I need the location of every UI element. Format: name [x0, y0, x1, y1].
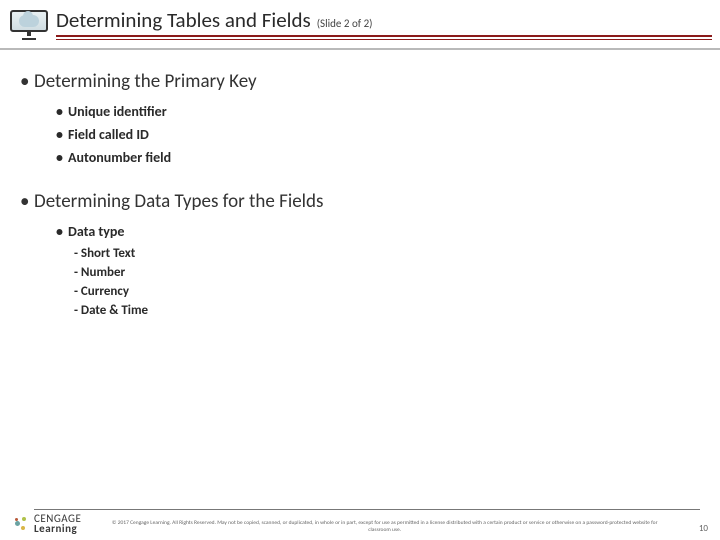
type-item: - Number [74, 265, 700, 280]
slide-subtitle: (Slide 2 of 2) [317, 17, 373, 30]
page-number: 10 [688, 523, 708, 534]
sub-bullet: Autonumber field [56, 149, 700, 166]
slide-content: Determining the Primary Key Unique ident… [0, 50, 720, 318]
cengage-logo: CENGAGE Learning [12, 514, 81, 534]
footer-divider [34, 509, 700, 510]
slide-title: Determining Tables and Fields [56, 7, 311, 33]
sub-bullet: Data type [56, 223, 700, 240]
type-item: - Short Text [74, 246, 700, 261]
bullet-primary-key: Determining the Primary Key [20, 70, 700, 93]
slide-footer: CENGAGE Learning © 2017 Cengage Learning… [0, 514, 720, 534]
bullet-data-types: Determining Data Types for the Fields [20, 190, 700, 213]
sub-bullet: Unique identifier [56, 103, 700, 120]
copyright-text: © 2017 Cengage Learning. All Rights Rese… [89, 520, 680, 534]
monitor-cloud-icon [8, 6, 50, 40]
type-item: - Currency [74, 284, 700, 299]
slide-header: Determining Tables and Fields (Slide 2 o… [0, 0, 720, 44]
logo-icon [12, 515, 30, 533]
sub-bullet: Field called ID [56, 126, 700, 143]
type-item: - Date & Time [74, 303, 700, 318]
logo-text-2: Learning [34, 524, 81, 534]
